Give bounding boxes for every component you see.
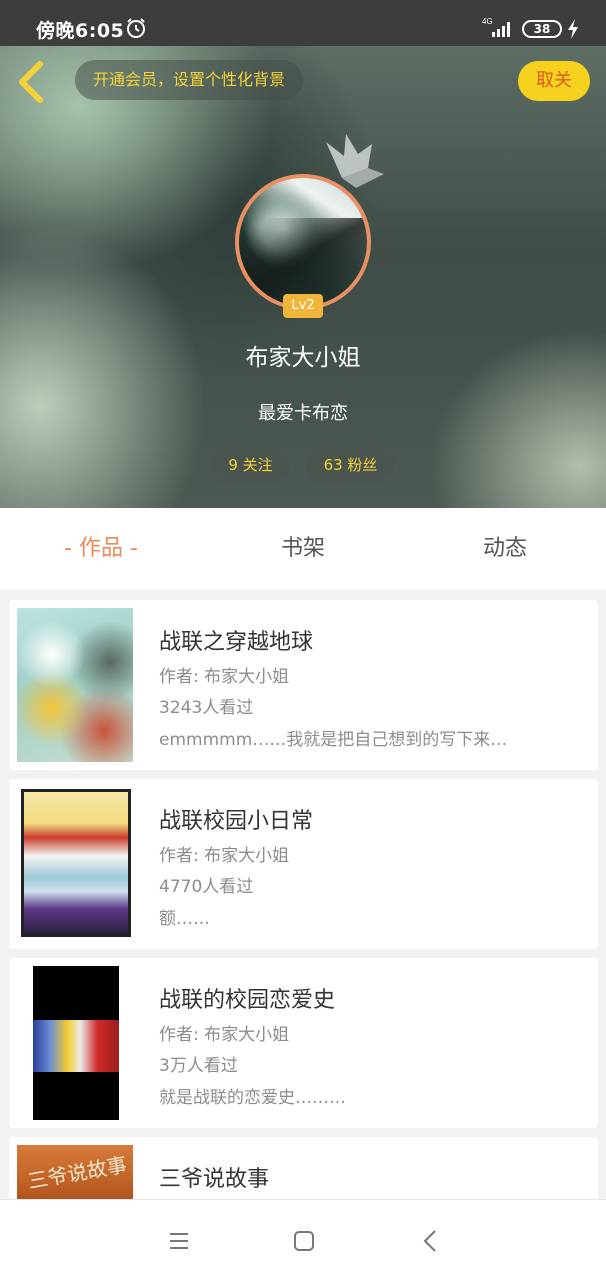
battery-icon: 38 [522,20,562,38]
book-views: 4770人看过 [159,877,254,897]
status-bar: 傍晚6:05 4G 38 [0,0,606,46]
book-cover [21,789,131,937]
following-count-button[interactable]: 9 关注 [211,448,290,482]
fans-count-button[interactable]: 63 粉丝 [306,448,395,482]
vip-background-banner[interactable]: 开通会员，设置个性化背景 [75,60,304,100]
book-author: 作者: 布家大小姐 [159,846,290,866]
level-badge: Lv2 [283,294,323,318]
book-description: 就是战联的恋爱史……… [159,1088,346,1108]
alarm-icon [127,18,145,38]
tab-works[interactable]: - 作品 - [0,508,202,590]
network-type-label: 4G [482,17,493,26]
tab-activity[interactable]: 动态 [404,508,606,590]
book-author: 作者: 布家大小姐 [159,667,290,687]
book-views: 3万人看过 [159,1056,238,1076]
profile-header: 开通会员，设置个性化背景 取关 Lv2 布家大小姐 最爱卡布恋 9 关注 63 … [0,46,606,508]
list-item[interactable]: 三爷说故事 三爷说故事 [9,1137,598,1199]
list-item[interactable]: 战联校园小日常 作者: 布家大小姐 4770人看过 额…… [9,779,598,949]
works-list: 战联之穿越地球 作者: 布家大小姐 3243人看过 emmmmm……我就是把自己… [0,590,606,1199]
book-title: 战联校园小日常 [159,809,314,834]
book-title: 三爷说故事 [159,1167,270,1192]
book-author: 作者: 布家大小姐 [159,1025,290,1045]
list-item[interactable]: 战联的校园恋爱史 作者: 布家大小姐 3万人看过 就是战联的恋爱史……… [9,958,598,1128]
menu-icon[interactable] [166,1228,192,1254]
book-views: 3243人看过 [159,698,254,718]
status-time: 傍晚6:05 [36,20,125,42]
back-chevron-icon[interactable] [418,1228,444,1254]
book-cover [33,966,119,1120]
tab-bookshelf[interactable]: 书架 [202,508,404,590]
system-nav-bar [0,1199,606,1280]
signal-icon: 4G [482,17,510,37]
book-cover: 三爷说故事 [17,1145,133,1199]
book-cover [17,608,133,762]
battery-level: 38 [533,22,551,36]
book-title: 战联之穿越地球 [159,630,314,655]
avatar[interactable] [235,174,371,310]
book-description: emmmmm……我就是把自己想到的写下来… [159,730,508,750]
cover-title-art: 三爷说故事 [25,1152,129,1194]
username: 布家大小姐 [245,345,361,371]
user-signature: 最爱卡布恋 [258,403,348,424]
book-description: 额…… [159,909,210,929]
book-title: 战联的校园恋爱史 [159,988,336,1013]
charging-bolt-icon [568,19,578,39]
list-item[interactable]: 战联之穿越地球 作者: 布家大小姐 3243人看过 emmmmm……我就是把自己… [9,600,598,770]
profile-tabs: - 作品 - 书架 动态 [0,508,606,590]
back-arrow-icon[interactable] [14,60,48,104]
cover-art [33,1020,119,1072]
unfollow-button[interactable]: 取关 [518,61,590,101]
home-square-icon[interactable] [291,1228,317,1254]
